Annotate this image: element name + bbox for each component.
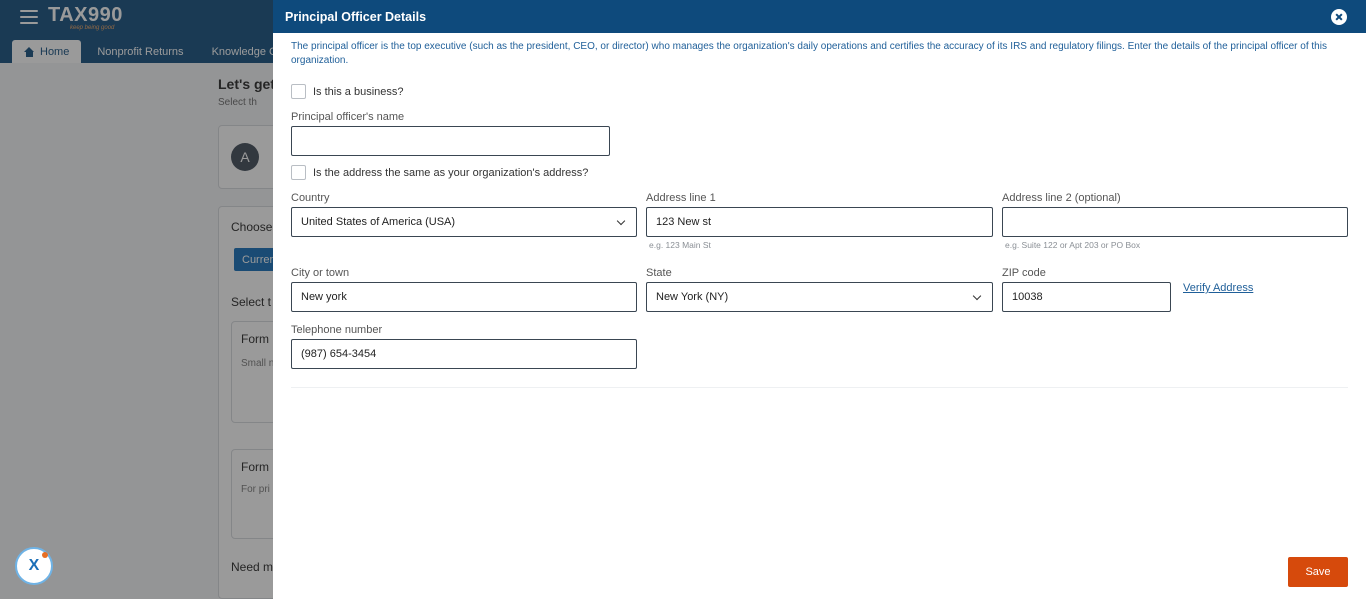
save-button[interactable]: Save	[1288, 557, 1348, 587]
state-select[interactable]: New York (NY)	[646, 282, 993, 312]
city-input[interactable]: New york	[291, 282, 637, 312]
same-address-checkbox[interactable]	[291, 165, 306, 180]
chat-assistant-button[interactable]: X	[15, 547, 53, 585]
officer-name-label: Principal officer's name	[291, 111, 405, 123]
phone-label: Telephone number	[291, 324, 383, 336]
intro-text: The principal officer is the top executi…	[291, 41, 1327, 66]
state-label: State	[646, 267, 672, 279]
chevron-down-icon	[972, 291, 982, 301]
country-select[interactable]: United States of America (USA)	[291, 207, 637, 237]
principal-officer-drawer: Principal Officer Details The principal …	[273, 0, 1366, 599]
address1-label: Address line 1	[646, 192, 716, 204]
phone-input[interactable]: (987) 654-3454	[291, 339, 637, 369]
close-icon[interactable]	[1331, 8, 1347, 25]
same-address-row[interactable]: Is the address the same as your organiza…	[291, 165, 588, 180]
zip-input[interactable]: 10038	[1002, 282, 1171, 312]
same-address-label: Is the address the same as your organiza…	[313, 166, 589, 179]
drawer-content: The principal officer is the top executi…	[291, 40, 1348, 68]
address1-hint: e.g. 123 Main St	[649, 240, 711, 250]
country-label: Country	[291, 192, 330, 204]
address2-label: Address line 2 (optional)	[1002, 192, 1121, 204]
address1-input[interactable]: 123 New st	[646, 207, 993, 237]
state-value: New York (NY)	[656, 291, 729, 303]
city-label: City or town	[291, 267, 350, 279]
is-business-row[interactable]: Is this a business?	[291, 84, 404, 99]
divider	[291, 387, 1348, 388]
officer-name-input[interactable]	[291, 126, 610, 156]
address2-input[interactable]	[1002, 207, 1348, 237]
zip-label: ZIP code	[1002, 267, 1046, 279]
address2-hint: e.g. Suite 122 or Apt 203 or PO Box	[1005, 240, 1141, 250]
chevron-down-icon	[616, 216, 626, 226]
is-business-checkbox[interactable]	[291, 84, 306, 99]
notification-dot	[42, 552, 48, 558]
country-value: United States of America (USA)	[301, 216, 456, 228]
drawer-header: Principal Officer Details	[273, 0, 1366, 33]
drawer-title: Principal Officer Details	[285, 9, 427, 24]
is-business-label: Is this a business?	[313, 85, 404, 98]
chat-icon: X	[28, 557, 40, 574]
verify-address-link[interactable]: Verify Address	[1183, 282, 1253, 294]
